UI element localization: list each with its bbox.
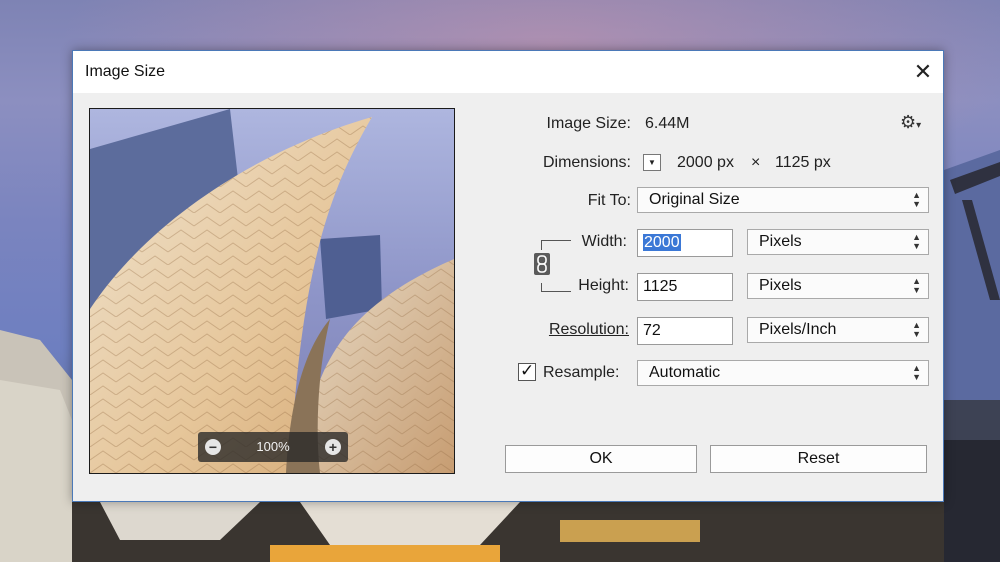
dimensions-height: 1125 px [775, 154, 831, 171]
resolution-unit-select[interactable]: Pixels/Inch ▲ ▼ [747, 317, 929, 343]
image-size-dialog: Image Size ✕ − 100% + Image Size: 6.44M … [72, 50, 944, 502]
height-input[interactable]: 1125 [637, 273, 733, 301]
resolution-input[interactable]: 72 [637, 317, 733, 345]
zoom-control: − 100% + [198, 432, 348, 462]
image-size-value: 6.44M [645, 115, 690, 132]
resample-method-select[interactable]: Automatic ▲ ▼ [637, 360, 929, 386]
dimensions-times: × [751, 154, 761, 171]
image-size-label: Image Size: [546, 115, 631, 132]
dimensions-width: 2000 px [677, 154, 734, 171]
height-unit-select[interactable]: Pixels ▲ ▼ [747, 273, 929, 299]
fit-to-select[interactable]: Original Size ▲ ▼ [637, 187, 929, 213]
image-preview[interactable]: − 100% + [89, 108, 455, 474]
fit-to-label: Fit To: [587, 192, 631, 209]
resolution-label: Resolution: [548, 321, 629, 338]
select-arrows-icon: ▲ ▼ [912, 320, 921, 339]
select-arrows-icon: ▲ ▼ [912, 190, 921, 209]
width-input[interactable]: 2000 [637, 229, 733, 257]
title-bar: Image Size ✕ [73, 51, 943, 93]
dimensions-label: Dimensions: [542, 154, 631, 171]
width-value-selected: 2000 [643, 234, 681, 251]
dialog-title: Image Size [85, 63, 166, 80]
zoom-level: 100% [256, 439, 290, 454]
zoom-in-icon[interactable]: + [325, 439, 341, 455]
zoom-out-icon[interactable]: − [205, 439, 221, 455]
select-arrows-icon: ▲ ▼ [912, 363, 921, 382]
gear-icon[interactable]: ⚙▾ [900, 112, 921, 133]
height-label: Height: [578, 277, 629, 294]
resample-label: Resample: [543, 364, 620, 381]
select-arrows-icon: ▲ ▼ [912, 232, 921, 251]
preview-image [90, 109, 454, 473]
ok-button[interactable]: OK [505, 445, 697, 473]
select-arrows-icon: ▲ ▼ [912, 276, 921, 295]
dimensions-dropdown-icon[interactable]: ▼ [643, 154, 661, 171]
constrain-proportions-chain-icon[interactable] [534, 253, 550, 275]
check-icon: ✓ [520, 361, 535, 380]
resample-checkbox[interactable]: ✓ [518, 361, 536, 381]
width-label: Width: [581, 233, 627, 250]
width-unit-select[interactable]: Pixels ▲ ▼ [747, 229, 929, 255]
reset-button[interactable]: Reset [710, 445, 927, 473]
close-icon[interactable]: ✕ [909, 59, 937, 85]
